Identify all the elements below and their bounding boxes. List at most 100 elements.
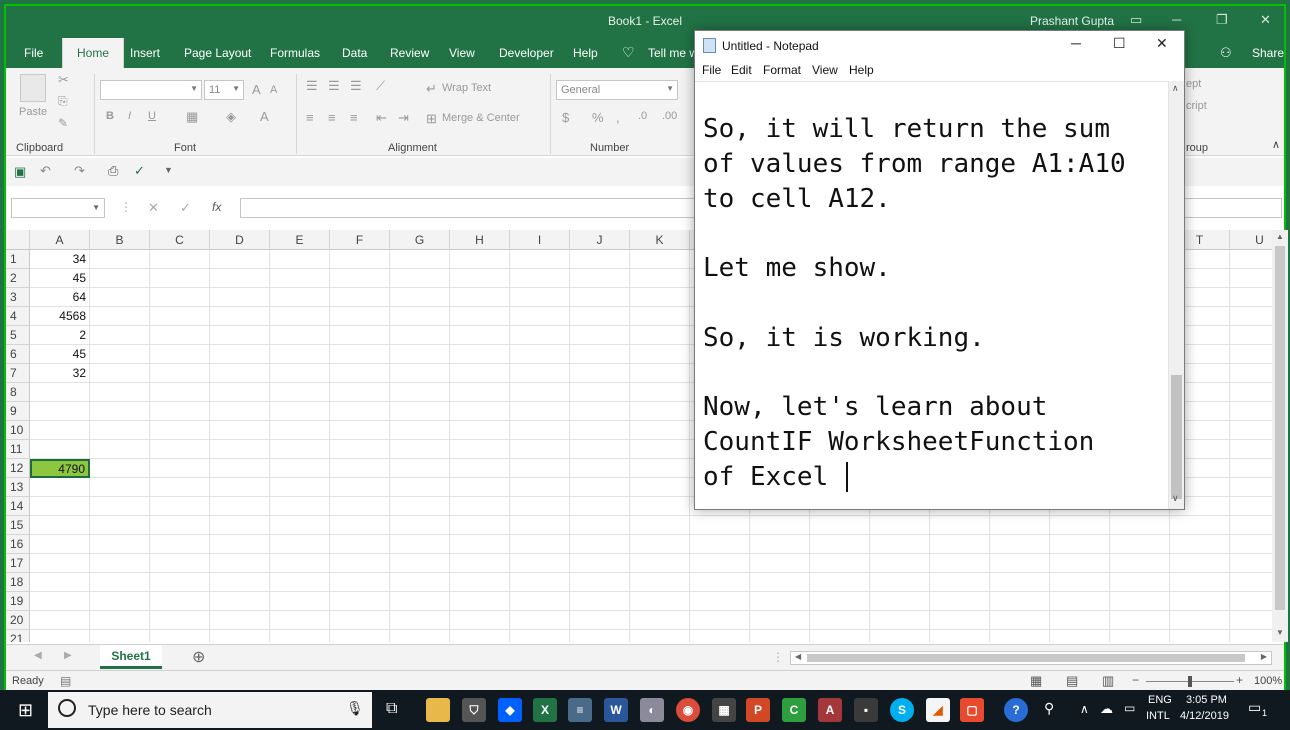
cut-icon[interactable]: ✂ bbox=[58, 72, 69, 88]
camtasia-icon[interactable]: C bbox=[782, 698, 806, 722]
merge-center-button[interactable]: Merge & Center bbox=[442, 112, 520, 124]
tab-page-layout[interactable]: Page Layout bbox=[178, 38, 257, 68]
file-explorer-icon[interactable] bbox=[426, 698, 450, 722]
microphone-icon[interactable]: 🎙︎ bbox=[346, 700, 364, 717]
column-header[interactable]: G bbox=[390, 230, 450, 250]
format-painter-icon[interactable]: ✎ bbox=[58, 116, 68, 130]
vertical-scrollbar[interactable]: ▲ ▼ bbox=[1272, 230, 1288, 642]
recorder-icon[interactable]: ▢ bbox=[960, 698, 984, 722]
keyboard-layout[interactable]: INTL bbox=[1146, 710, 1170, 722]
notification-center-icon[interactable]: ▭ bbox=[1248, 699, 1261, 716]
decrease-decimal-icon[interactable]: .00 bbox=[662, 110, 677, 122]
align-right-icon[interactable]: ≡ bbox=[350, 110, 358, 125]
row-header[interactable]: 15 bbox=[6, 516, 30, 535]
close-icon[interactable]: ✕ bbox=[1156, 35, 1168, 52]
fill-color-icon[interactable]: ◈ bbox=[226, 109, 236, 125]
notepad-text-area[interactable]: So, it will return the sum of values fro… bbox=[695, 81, 1168, 509]
font-color-icon[interactable]: A bbox=[260, 109, 269, 124]
row-header[interactable]: 3 bbox=[6, 288, 30, 307]
zoom-slider-thumb[interactable] bbox=[1188, 676, 1192, 687]
clock-date[interactable]: 4/12/2019 bbox=[1180, 710, 1229, 722]
column-header[interactable]: I bbox=[510, 230, 570, 250]
scroll-right-icon[interactable]: ▶ bbox=[1261, 652, 1267, 661]
cancel-entry-icon[interactable]: ✕ bbox=[148, 200, 159, 216]
row-header[interactable]: 7 bbox=[6, 364, 30, 383]
column-header[interactable]: F bbox=[330, 230, 390, 250]
tab-review[interactable]: Review bbox=[384, 38, 435, 68]
battery-icon[interactable]: ▭ bbox=[1124, 701, 1135, 715]
scroll-up-icon[interactable]: ∧ bbox=[1172, 83, 1179, 94]
horizontal-scrollbar[interactable]: ◀ ▶ bbox=[790, 651, 1272, 665]
currency-icon[interactable]: $ bbox=[562, 110, 569, 125]
column-header[interactable]: C bbox=[150, 230, 210, 250]
store-icon[interactable]: ⛉ bbox=[462, 698, 486, 722]
align-center-icon[interactable]: ≡ bbox=[328, 110, 336, 125]
collapse-ribbon-icon[interactable]: ∧ bbox=[1272, 138, 1280, 151]
show-hidden-icons[interactable]: ∧ bbox=[1080, 702, 1089, 716]
copy-icon[interactable]: ⎘ bbox=[58, 94, 68, 109]
row-header[interactable]: 18 bbox=[6, 573, 30, 592]
zoom-level[interactable]: 100% bbox=[1254, 675, 1282, 687]
wrap-text-button[interactable]: Wrap Text bbox=[442, 82, 491, 94]
align-middle-icon[interactable]: ☰ bbox=[328, 78, 340, 94]
people-icon[interactable]: ⚲ bbox=[1044, 700, 1054, 717]
tab-developer[interactable]: Developer bbox=[493, 38, 560, 68]
app-icon[interactable]: ▪ bbox=[854, 698, 878, 722]
column-header[interactable]: B bbox=[90, 230, 150, 250]
prev-sheet-icon[interactable]: ◀ bbox=[34, 650, 42, 661]
cloud-icon[interactable]: ☁ bbox=[1100, 701, 1113, 717]
calculator-icon[interactable]: ▦ bbox=[712, 698, 736, 722]
increase-indent-icon[interactable]: ⇥ bbox=[398, 110, 409, 126]
powerpoint-icon[interactable]: P bbox=[746, 698, 770, 722]
normal-view-icon[interactable]: ▦ bbox=[1030, 673, 1042, 689]
italic-button[interactable]: I bbox=[128, 110, 131, 122]
menu-view[interactable]: View bbox=[812, 63, 838, 77]
cell[interactable]: 4568 bbox=[30, 307, 90, 326]
row-header[interactable]: 17 bbox=[6, 554, 30, 573]
maximize-icon[interactable]: ☐ bbox=[1113, 35, 1126, 52]
row-header[interactable]: 16 bbox=[6, 535, 30, 554]
page-layout-view-icon[interactable]: ▤ bbox=[1066, 673, 1078, 689]
tab-insert[interactable]: Insert bbox=[124, 38, 166, 68]
macro-record-icon[interactable]: ▤ bbox=[60, 674, 71, 688]
row-header[interactable]: 13 bbox=[6, 478, 30, 497]
tab-splitter-icon[interactable]: ⋮ bbox=[772, 650, 784, 664]
word-icon[interactable]: W bbox=[604, 698, 628, 722]
tab-home[interactable]: Home bbox=[62, 38, 124, 68]
increase-decimal-icon[interactable]: .0 bbox=[638, 110, 647, 122]
zoom-out-icon[interactable]: − bbox=[1132, 673, 1139, 687]
align-left-icon[interactable]: ≡ bbox=[306, 110, 314, 125]
save-icon[interactable]: ▣ bbox=[14, 164, 26, 180]
menu-help[interactable]: Help bbox=[849, 63, 874, 77]
scroll-down-icon[interactable]: ▼ bbox=[1276, 628, 1284, 637]
app-icon[interactable]: ◐ bbox=[640, 698, 664, 722]
confirm-entry-icon[interactable]: ✓ bbox=[180, 200, 191, 216]
font-size-combo[interactable]: 11 ▼ bbox=[204, 80, 244, 100]
column-header[interactable]: K bbox=[630, 230, 690, 250]
row-header[interactable]: 2 bbox=[6, 269, 30, 288]
tab-help[interactable]: Help bbox=[567, 38, 604, 68]
excel-taskbar-icon[interactable]: X bbox=[533, 698, 557, 722]
windows-start-icon[interactable]: ⊞ bbox=[18, 700, 33, 721]
column-header[interactable]: D bbox=[210, 230, 270, 250]
spelling-check-icon[interactable]: ✓ bbox=[134, 163, 145, 179]
notepad-scrollbar[interactable]: ∧ ∨ bbox=[1168, 81, 1184, 509]
minimize-icon[interactable]: ─ bbox=[1071, 35, 1081, 51]
dropbox-icon[interactable]: ◆ bbox=[498, 698, 522, 722]
scroll-down-icon[interactable]: ∨ bbox=[1172, 493, 1179, 504]
clock-time[interactable]: 3:05 PM bbox=[1186, 694, 1227, 706]
menu-file[interactable]: File bbox=[702, 63, 721, 77]
menu-format[interactable]: Format bbox=[763, 63, 801, 77]
customize-qat-icon[interactable]: ▼ bbox=[164, 165, 173, 175]
column-header[interactable]: H bbox=[450, 230, 510, 250]
close-icon[interactable]: ✕ bbox=[1260, 12, 1271, 28]
share-button[interactable]: Share bbox=[1246, 38, 1290, 68]
account-user-name[interactable]: Prashant Gupta bbox=[1030, 14, 1114, 28]
menu-edit[interactable]: Edit bbox=[731, 63, 752, 77]
align-bottom-icon[interactable]: ☰ bbox=[350, 78, 362, 94]
restore-icon[interactable]: ❐ bbox=[1216, 12, 1228, 28]
underline-button[interactable]: U bbox=[148, 110, 156, 122]
app-icon[interactable]: ◢ bbox=[926, 698, 950, 722]
row-header[interactable]: 11 bbox=[6, 440, 30, 459]
print-preview-icon[interactable]: ⎙ bbox=[108, 163, 118, 179]
